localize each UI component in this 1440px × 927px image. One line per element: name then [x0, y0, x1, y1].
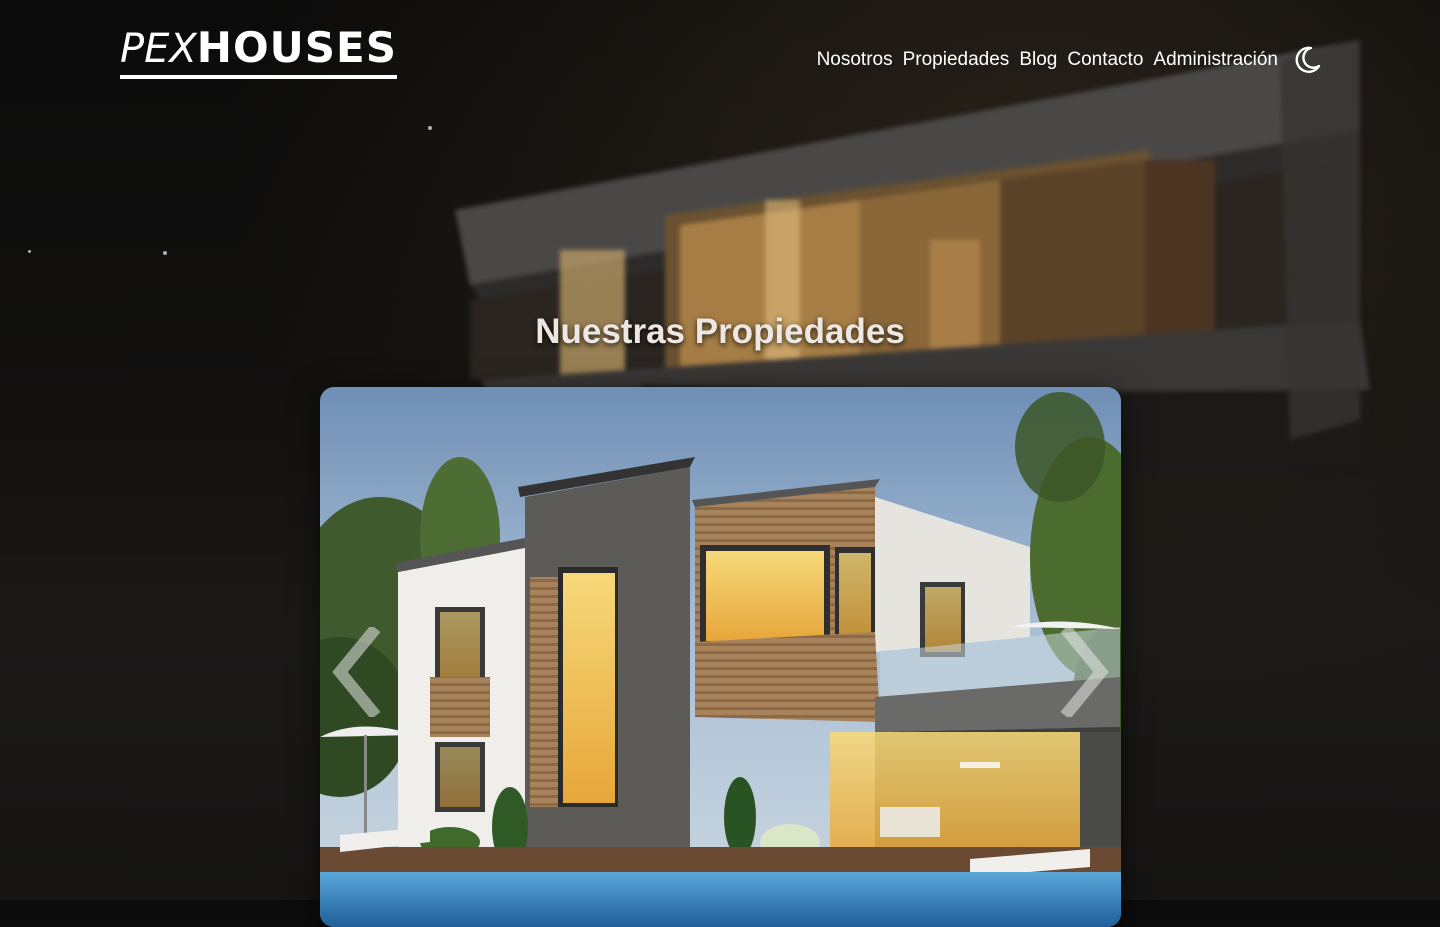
chevron-left-icon	[332, 627, 381, 717]
logo-text-bold: HOUSES	[196, 23, 397, 72]
star-decoration	[428, 126, 432, 130]
nav-link-nosotros[interactable]: Nosotros	[817, 49, 893, 71]
main-nav: Nosotros Propiedades Blog Contacto Admin…	[817, 40, 1322, 80]
star-decoration	[28, 250, 31, 253]
site-logo[interactable]: PEX HOUSES	[120, 26, 397, 79]
carousel-slide-image	[320, 387, 1121, 927]
chevron-right-icon	[1060, 627, 1109, 717]
site-header: PEX HOUSES Nosotros Propiedades Blog Con…	[0, 0, 1440, 110]
nav-link-propiedades[interactable]: Propiedades	[903, 49, 1010, 71]
logo-text-light: PEX	[120, 26, 197, 72]
nav-link-contacto[interactable]: Contacto	[1067, 49, 1143, 71]
nav-link-administracion[interactable]: Administración	[1153, 49, 1278, 71]
moon-icon[interactable]	[1292, 45, 1322, 75]
property-carousel	[320, 387, 1121, 927]
nav-link-blog[interactable]: Blog	[1019, 49, 1057, 71]
carousel-prev-button[interactable]	[328, 627, 384, 717]
page-title: Nuestras Propiedades	[535, 312, 905, 351]
carousel-next-button[interactable]	[1057, 627, 1113, 717]
star-decoration	[163, 251, 167, 255]
